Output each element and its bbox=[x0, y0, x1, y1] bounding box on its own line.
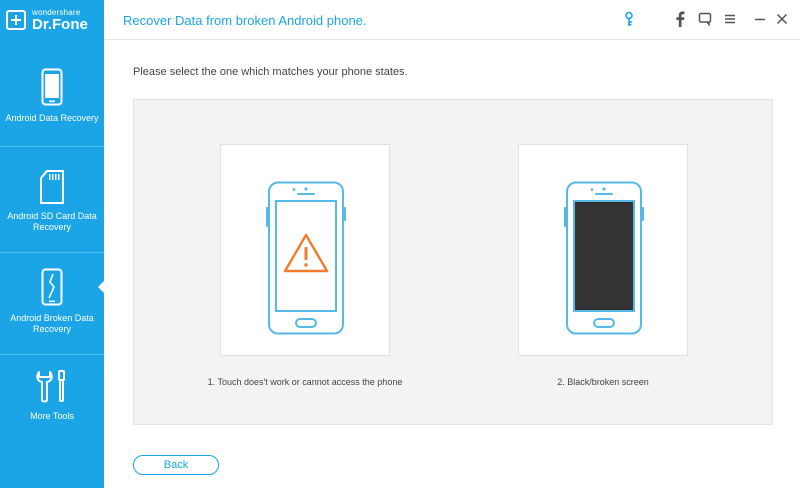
sidebar-item-label: Android Data Recovery bbox=[5, 113, 99, 123]
sidebar-divider bbox=[0, 146, 104, 147]
logo-plus-icon bbox=[6, 10, 26, 30]
sidebar-item-label: Android Broken Data Recovery bbox=[10, 313, 94, 334]
instruction-text: Please select the one which matches your… bbox=[133, 66, 408, 78]
app-logo: wondershare Dr.Fone bbox=[0, 0, 104, 40]
logo-product: Dr.Fone bbox=[32, 16, 88, 33]
active-item-pointer bbox=[98, 280, 105, 294]
option-card-black-broken-screen[interactable] bbox=[518, 144, 688, 356]
sidebar-item-more-tools[interactable]: More Tools bbox=[0, 368, 104, 422]
sd-card-icon bbox=[40, 170, 64, 204]
option-label: 2. Black/broken screen bbox=[557, 377, 649, 387]
black-screen-phone-icon bbox=[564, 181, 644, 335]
option-card-touch-not-working[interactable] bbox=[220, 144, 390, 356]
broken-phone-icon bbox=[41, 268, 63, 306]
title-bar: Recover Data from broken Android phone. bbox=[104, 0, 800, 40]
warning-phone-icon bbox=[266, 181, 346, 335]
sidebar: wondershare Dr.Fone Android Data Recover… bbox=[0, 0, 105, 488]
close-icon[interactable] bbox=[774, 10, 790, 28]
options-panel: 1. Touch does't work or cannot access th… bbox=[133, 99, 773, 425]
sidebar-item-android-sd-card-data-recovery[interactable]: Android SD Card Data Recovery bbox=[0, 170, 104, 233]
sidebar-item-android-broken-data-recovery[interactable]: Android Broken Data Recovery bbox=[0, 268, 104, 335]
phone-icon bbox=[41, 68, 63, 106]
facebook-icon[interactable] bbox=[672, 10, 688, 28]
feedback-icon[interactable] bbox=[697, 10, 713, 28]
menu-icon[interactable] bbox=[722, 10, 738, 28]
option-label: 1. Touch does't work or cannot access th… bbox=[207, 377, 403, 387]
sidebar-item-android-data-recovery[interactable]: Android Data Recovery bbox=[0, 68, 104, 124]
sidebar-item-label: Android SD Card Data Recovery bbox=[7, 211, 97, 232]
sidebar-divider bbox=[0, 252, 104, 253]
window-title: Recover Data from broken Android phone. bbox=[123, 13, 367, 28]
sidebar-item-label: More Tools bbox=[30, 411, 74, 421]
key-icon[interactable] bbox=[621, 10, 637, 28]
sidebar-divider bbox=[0, 354, 104, 355]
back-button[interactable]: Back bbox=[133, 455, 219, 475]
minimize-icon[interactable] bbox=[752, 10, 768, 28]
tools-icon bbox=[36, 370, 65, 403]
